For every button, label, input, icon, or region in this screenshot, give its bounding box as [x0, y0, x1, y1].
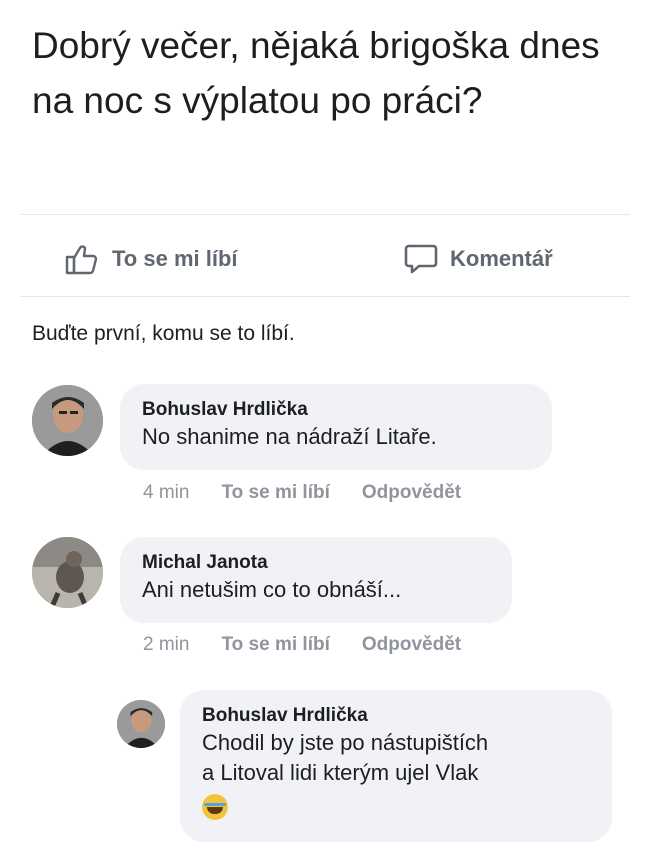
reply-text-line2: a Litoval lidi kterým ujel Vlak: [202, 760, 479, 785]
like-button[interactable]: To se mi líbí: [64, 239, 238, 279]
likes-summary: Buďte první, komu se to líbí.: [32, 322, 295, 345]
comment-meta: 4 min To se mi líbí Odpovědět: [143, 482, 461, 504]
comment-like-link[interactable]: To se mi líbí: [221, 634, 329, 656]
comment-time[interactable]: 4 min: [143, 482, 189, 504]
like-label: To se mi líbí: [112, 246, 238, 271]
comment-author[interactable]: Michal Janota: [142, 551, 492, 575]
comment-reply-link[interactable]: Odpovědět: [362, 482, 461, 504]
comment-bubble: Bohuslav Hrdlička No shanime na nádraží …: [120, 384, 552, 470]
comment-author[interactable]: Bohuslav Hrdlička: [142, 398, 532, 422]
thumbs-up-icon: [64, 243, 100, 275]
reply-bubble: Bohuslav Hrdlička Chodil by jste po nást…: [180, 690, 612, 842]
post-text: Dobrý večer, nějaká brigoška dnes na noc…: [32, 25, 600, 121]
comment-like-link[interactable]: To se mi líbí: [221, 482, 329, 504]
laughing-crying-emoji-icon: [202, 794, 228, 820]
avatar[interactable]: [32, 537, 103, 608]
comment-button[interactable]: Komentář: [404, 239, 553, 279]
avatar[interactable]: [117, 700, 165, 748]
divider-top: [20, 214, 630, 215]
comment-time[interactable]: 2 min: [143, 634, 189, 656]
comment-label: Komentář: [450, 246, 553, 271]
divider-bottom: [20, 296, 630, 297]
comment-bubble: Michal Janota Ani netušim co to obnáší..…: [120, 537, 512, 623]
reply-author[interactable]: Bohuslav Hrdlička: [202, 704, 592, 728]
comment-text: Ani netušim co to obnáší...: [142, 577, 402, 602]
comment-text: No shanime na nádraží Litaře.: [142, 424, 437, 449]
comment-reply-link[interactable]: Odpovědět: [362, 634, 461, 656]
reply-text-line1: Chodil by jste po nástupištích: [202, 730, 489, 755]
comment-icon: [404, 243, 438, 275]
comment-meta: 2 min To se mi líbí Odpovědět: [143, 634, 461, 656]
avatar[interactable]: [32, 385, 103, 456]
